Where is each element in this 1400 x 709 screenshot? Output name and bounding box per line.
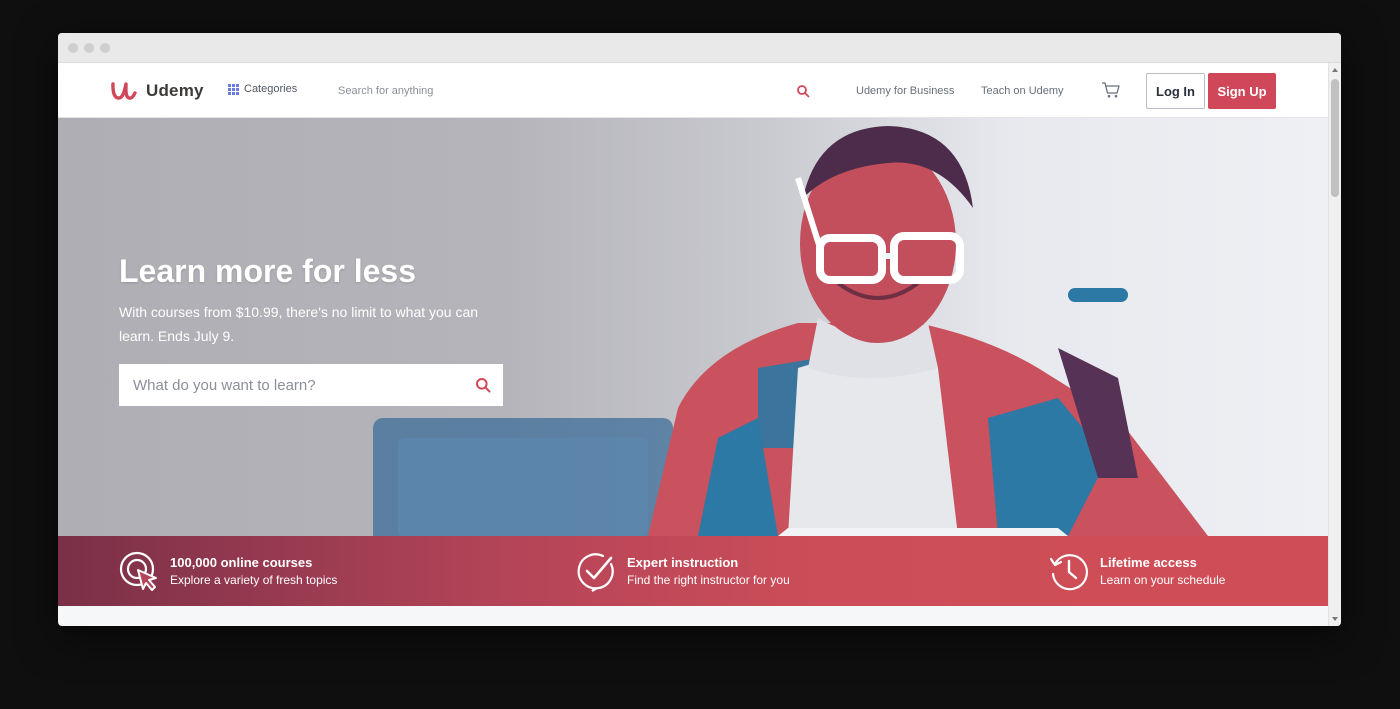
categories-menu[interactable]: Categories: [228, 83, 297, 95]
brand-name: Udemy: [146, 81, 204, 100]
check-badge-icon: [577, 553, 614, 592]
nav-search-bar: [338, 77, 810, 105]
grid-icon: [228, 83, 239, 95]
shopping-cart-icon[interactable]: [1101, 81, 1121, 99]
udemy-for-business-link[interactable]: Udemy for Business: [856, 85, 954, 97]
feature-description: Find the right instructor for you: [627, 573, 790, 587]
window-minimize-dot[interactable]: [84, 43, 94, 53]
window-titlebar: [58, 33, 1341, 63]
feature-online-courses: 100,000 online courses Explore a variety…: [118, 550, 337, 592]
search-icon[interactable]: [475, 377, 491, 393]
hero-title: Learn more for less: [119, 253, 416, 289]
feature-title: Lifetime access: [1100, 555, 1197, 570]
signup-button[interactable]: Sign Up: [1208, 73, 1276, 109]
scroll-up-arrow-icon[interactable]: [1332, 68, 1338, 72]
udemy-logo[interactable]: Udemy: [108, 75, 204, 107]
feature-title: Expert instruction: [627, 555, 739, 570]
feature-title: 100,000 online courses: [170, 555, 313, 570]
page-scrollbar[interactable]: [1328, 63, 1341, 626]
cursor-click-icon: [119, 551, 157, 591]
search-icon[interactable]: [796, 84, 810, 98]
scroll-down-arrow-icon[interactable]: [1332, 617, 1338, 621]
feature-description: Learn on your schedule: [1100, 573, 1226, 587]
window-maximize-dot[interactable]: [100, 43, 110, 53]
teach-on-udemy-link[interactable]: Teach on Udemy: [981, 85, 1064, 97]
feature-description: Explore a variety of fresh topics: [170, 573, 338, 587]
hero-search-input[interactable]: [133, 376, 463, 394]
window-close-dot[interactable]: [68, 43, 78, 53]
feature-lifetime-access: Lifetime access Learn on your schedule: [1048, 550, 1225, 592]
hero-subtitle: With courses from $10.99, there's no lim…: [119, 304, 479, 344]
browser-window: Udemy Categories Udemy for Business Teac…: [58, 33, 1341, 626]
nav-search-input[interactable]: [338, 77, 778, 105]
top-navbar: Udemy Categories Udemy for Business Teac…: [58, 63, 1328, 118]
categories-label: Categories: [244, 83, 298, 95]
login-button[interactable]: Log In: [1146, 73, 1205, 109]
hero-banner: Learn more for less With courses from $1…: [58, 118, 1328, 536]
scrollbar-thumb[interactable]: [1331, 79, 1339, 197]
udemy-u-logo-icon: [111, 82, 137, 100]
features-bar: 100,000 online courses Explore a variety…: [58, 536, 1328, 606]
history-clock-icon: [1049, 554, 1088, 591]
feature-expert-instruction: Expert instruction Find the right instru…: [575, 550, 790, 592]
hero-search-bar: [119, 364, 503, 406]
